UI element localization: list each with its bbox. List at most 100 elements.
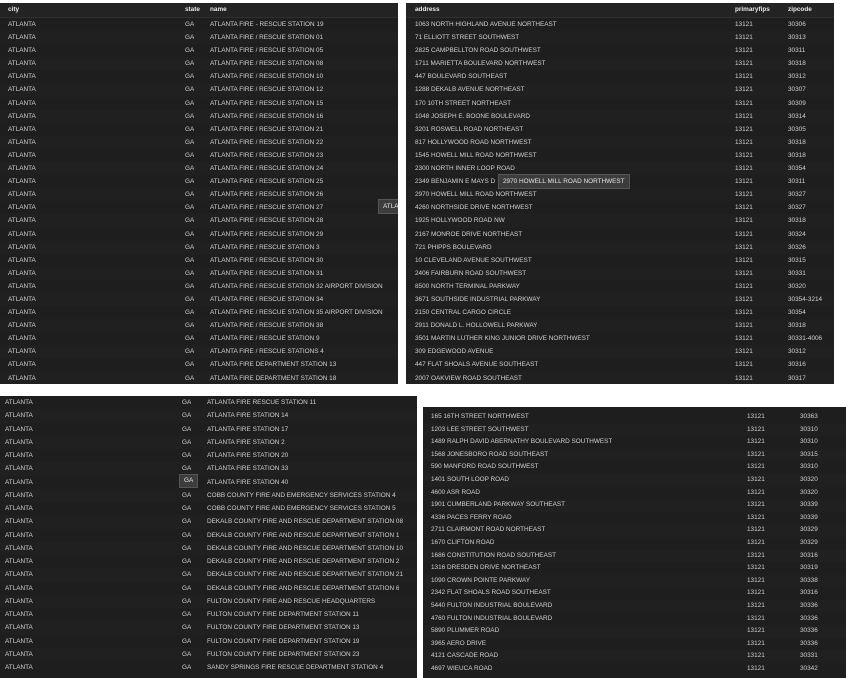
table-row[interactable]: ATLANTA GA ATLANTA FIRE STATION 40 (0, 476, 417, 489)
table-row[interactable]: 1288 DEKALB AVENUE NORTHEAST 13121 30307 (406, 83, 834, 97)
cell-address[interactable]: 1288 DEKALB AVENUE NORTHEAST (415, 83, 525, 96)
cell-zipcode[interactable]: 30318 (788, 149, 806, 162)
cell-city[interactable]: ATLANTA (8, 136, 36, 149)
cell-address[interactable]: 5890 PLUMMER ROAD (431, 625, 499, 638)
table-row[interactable]: ATLANTA GA SANDY SPRINGS FIRE RESCUE DEPAR… (0, 661, 417, 674)
cell-city[interactable]: ATLANTA (8, 345, 36, 358)
table-row[interactable]: 1063 NORTH HIGHLAND AVENUE NORTHEAST 1312… (406, 18, 834, 31)
cell-state[interactable]: GA (182, 449, 191, 462)
table-row[interactable]: 2825 CAMPBELLTON ROAD SOUTHWEST 13121 3031… (406, 44, 834, 57)
cell-state[interactable]: GA (185, 97, 194, 110)
cell-name[interactable]: ATLANTA FIRE - RESCUE STATION 19 (210, 18, 324, 31)
cell-address[interactable]: 1901 CUMBERLAND PARKWAY SOUTHEAST (431, 499, 565, 512)
cell-city[interactable]: ATLANTA (5, 409, 33, 422)
cell-primaryfips[interactable]: 13121 (735, 149, 753, 162)
cell-name[interactable]: ATLANTA FIRE / RESCUE STATION 12 (210, 83, 323, 96)
cell-name[interactable]: DEKALB COUNTY FIRE AND RESCUE DEPARTMENT… (207, 555, 399, 568)
cell-name[interactable]: ATLANTA FIRE DEPARTMENT STATION 18 (210, 372, 336, 384)
cell-address[interactable]: 4600 ASR ROAD (431, 487, 480, 500)
table-row[interactable]: ATLANTA GA ATLANTA FIRE / RESCUE STATION 2… (0, 135, 398, 149)
cell-address[interactable]: 2911 DONALD L. HOLLOWELL PARKWAY (415, 319, 537, 332)
cell-city[interactable]: ATLANTA (5, 635, 33, 648)
cell-name[interactable]: ATLANTA FIRE STATION 2 (207, 436, 285, 449)
cell-zipcode[interactable]: 30363 (800, 411, 818, 424)
cell-name[interactable]: ATLANTA FIRE / RESCUE STATION 10 (210, 70, 323, 83)
cell-name[interactable]: ATLANTA FIRE STATION 14 (207, 409, 288, 422)
cell-name[interactable]: FULTON COUNTY FIRE AND RESCUE HEADQUARTE… (207, 595, 375, 608)
cell-zipcode[interactable]: 30316 (788, 358, 806, 371)
cell-zipcode[interactable]: 30315 (788, 254, 806, 267)
table-row[interactable]: ATLANTA GA DEKALB COUNTY FIRE AND RESCUE D… (0, 582, 417, 595)
table-row[interactable]: ATLANTA GA ATLANTA FIRE / RESCUE STATION 3… (0, 266, 398, 280)
cell-zipcode[interactable]: 30312 (788, 70, 806, 83)
cell-city[interactable]: ATLANTA (8, 149, 36, 162)
cell-primaryfips[interactable]: 13121 (735, 372, 753, 384)
cell-city[interactable]: ATLANTA (8, 70, 36, 83)
cell-name[interactable]: ATLANTA FIRE / RESCUE STATION 29 (210, 228, 323, 241)
cell-name[interactable]: FULTON COUNTY FIRE DEPARTMENT STATION 23 (207, 648, 359, 661)
cell-city[interactable]: ATLANTA (5, 661, 33, 674)
table-row[interactable]: ATLANTA GA ATLANTA FIRE / RESCUE STATION 3… (0, 254, 398, 267)
cell-primaryfips[interactable]: 13121 (735, 293, 753, 306)
cell-state[interactable]: GA (182, 661, 191, 674)
cell-primaryfips[interactable]: 13121 (747, 587, 765, 600)
table-row[interactable]: 817 HOLLYWOOD ROAD NORTHWEST 13121 30318 (406, 135, 834, 149)
cell-primaryfips[interactable]: 13121 (747, 499, 765, 512)
table-row[interactable]: ATLANTA GA ATLANTA FIRE / RESCUE STATION 3… (0, 280, 398, 293)
cell-zipcode[interactable]: 30318 (788, 319, 806, 332)
cell-state[interactable]: GA (185, 31, 194, 44)
cell-city[interactable]: ATLANTA (8, 267, 36, 280)
cell-state[interactable]: GA (185, 201, 194, 214)
cell-name[interactable]: ATLANTA FIRE / RESCUE STATION 9 (210, 332, 320, 345)
table-row[interactable]: ATLANTA GA ATLANTA FIRE / RESCUE STATION 0… (0, 44, 398, 57)
cell-zipcode[interactable]: 30329 (800, 524, 818, 537)
cell-address[interactable]: 2167 MONROE DRIVE NORTHEAST (415, 228, 522, 241)
cell-address[interactable]: 1489 RALPH DAVID ABERNATHY BOULEVARD SOU… (431, 436, 612, 449)
cell-address[interactable]: 2406 FAIRBURN ROAD SOUTHWEST (415, 267, 526, 280)
table-row[interactable]: 1568 JONESBORO ROAD SOUTHEAST 13121 30315 (423, 448, 846, 462)
cell-address[interactable]: 2825 CAMPBELLTON ROAD SOUTHWEST (415, 44, 541, 57)
table-row[interactable]: ATLANTA GA ATLANTA FIRE / RESCUE STATION 3 (0, 240, 398, 254)
table-row[interactable]: ATLANTA GA ATLANTA FIRE DEPARTMENT STATION… (0, 358, 398, 371)
cell-zipcode[interactable]: 30317 (788, 372, 806, 384)
cell-primaryfips[interactable]: 13121 (735, 254, 753, 267)
cell-address[interactable]: 3201 ROSWELL ROAD NORTHEAST (415, 123, 523, 136)
cell-name[interactable]: ATLANTA FIRE / RESCUE STATION 25 (210, 175, 323, 188)
table-row[interactable]: 1401 SOUTH LOOP ROAD 13121 30320 (423, 473, 846, 487)
cell-name[interactable]: COBB COUNTY FIRE AND EMERGENCY SERVICES … (207, 489, 396, 502)
cell-primaryfips[interactable]: 13121 (747, 550, 765, 563)
cell-name[interactable]: ATLANTA FIRE / RESCUE STATION 16 (210, 110, 323, 123)
cell-city[interactable]: ATLANTA (8, 228, 36, 241)
table-row[interactable]: ATLANTA GA ATLANTA FIRE / RESCUE STATIONS … (0, 345, 398, 359)
cell-city[interactable]: ATLANTA (5, 542, 33, 555)
cell-zipcode[interactable]: 30324 (788, 228, 806, 241)
cell-primaryfips[interactable]: 13121 (735, 188, 753, 201)
cell-city[interactable]: ATLANTA (8, 306, 36, 319)
table-row[interactable]: ATLANTA GA ATLANTA FIRE / RESCUE STATION 2… (0, 214, 398, 228)
cell-city[interactable]: ATLANTA (8, 372, 36, 384)
table-row[interactable]: 4760 FULTON INDUSTRIAL BOULEVARD 13121 303… (423, 613, 846, 626)
table-row[interactable]: 2167 MONROE DRIVE NORTHEAST 13121 30324 (406, 228, 834, 241)
column-header-primaryfips[interactable]: primaryfips (735, 3, 770, 17)
cell-city[interactable]: ATLANTA (8, 110, 36, 123)
cell-state[interactable]: GA (185, 57, 194, 70)
table-row[interactable]: 1901 CUMBERLAND PARKWAY SOUTHEAST 13121 30… (423, 499, 846, 512)
table-row[interactable]: ATLANTA GA ATLANTA FIRE / RESCUE STATION 2… (0, 123, 398, 136)
cell-primaryfips[interactable]: 13121 (747, 575, 765, 588)
cell-city[interactable]: ATLANTA (5, 595, 33, 608)
cell-primaryfips[interactable]: 13121 (747, 562, 765, 575)
cell-zipcode[interactable]: 30307 (788, 83, 806, 96)
cell-state[interactable]: GA (185, 372, 194, 384)
cell-primaryfips[interactable]: 13121 (735, 345, 753, 358)
cell-primaryfips[interactable]: 13121 (735, 358, 753, 371)
cell-address[interactable]: 2007 OAKVIEW ROAD SOUTHEAST (415, 372, 522, 384)
cell-state[interactable]: GA (182, 635, 191, 648)
cell-primaryfips[interactable]: 13121 (735, 201, 753, 214)
cell-name[interactable]: ATLANTA FIRE / RESCUE STATION 30 (210, 254, 323, 267)
cell-primaryfips[interactable]: 13121 (735, 83, 753, 96)
cell-zipcode[interactable]: 30313 (788, 31, 806, 44)
cell-name[interactable]: ATLANTA FIRE / RESCUE STATIONS 4 (210, 345, 324, 358)
cell-state[interactable]: GA (182, 648, 191, 661)
cell-primaryfips[interactable]: 13121 (735, 175, 753, 188)
table-row[interactable]: ATLANTA GA ATLANTA FIRE STATION 2 (0, 435, 417, 449)
